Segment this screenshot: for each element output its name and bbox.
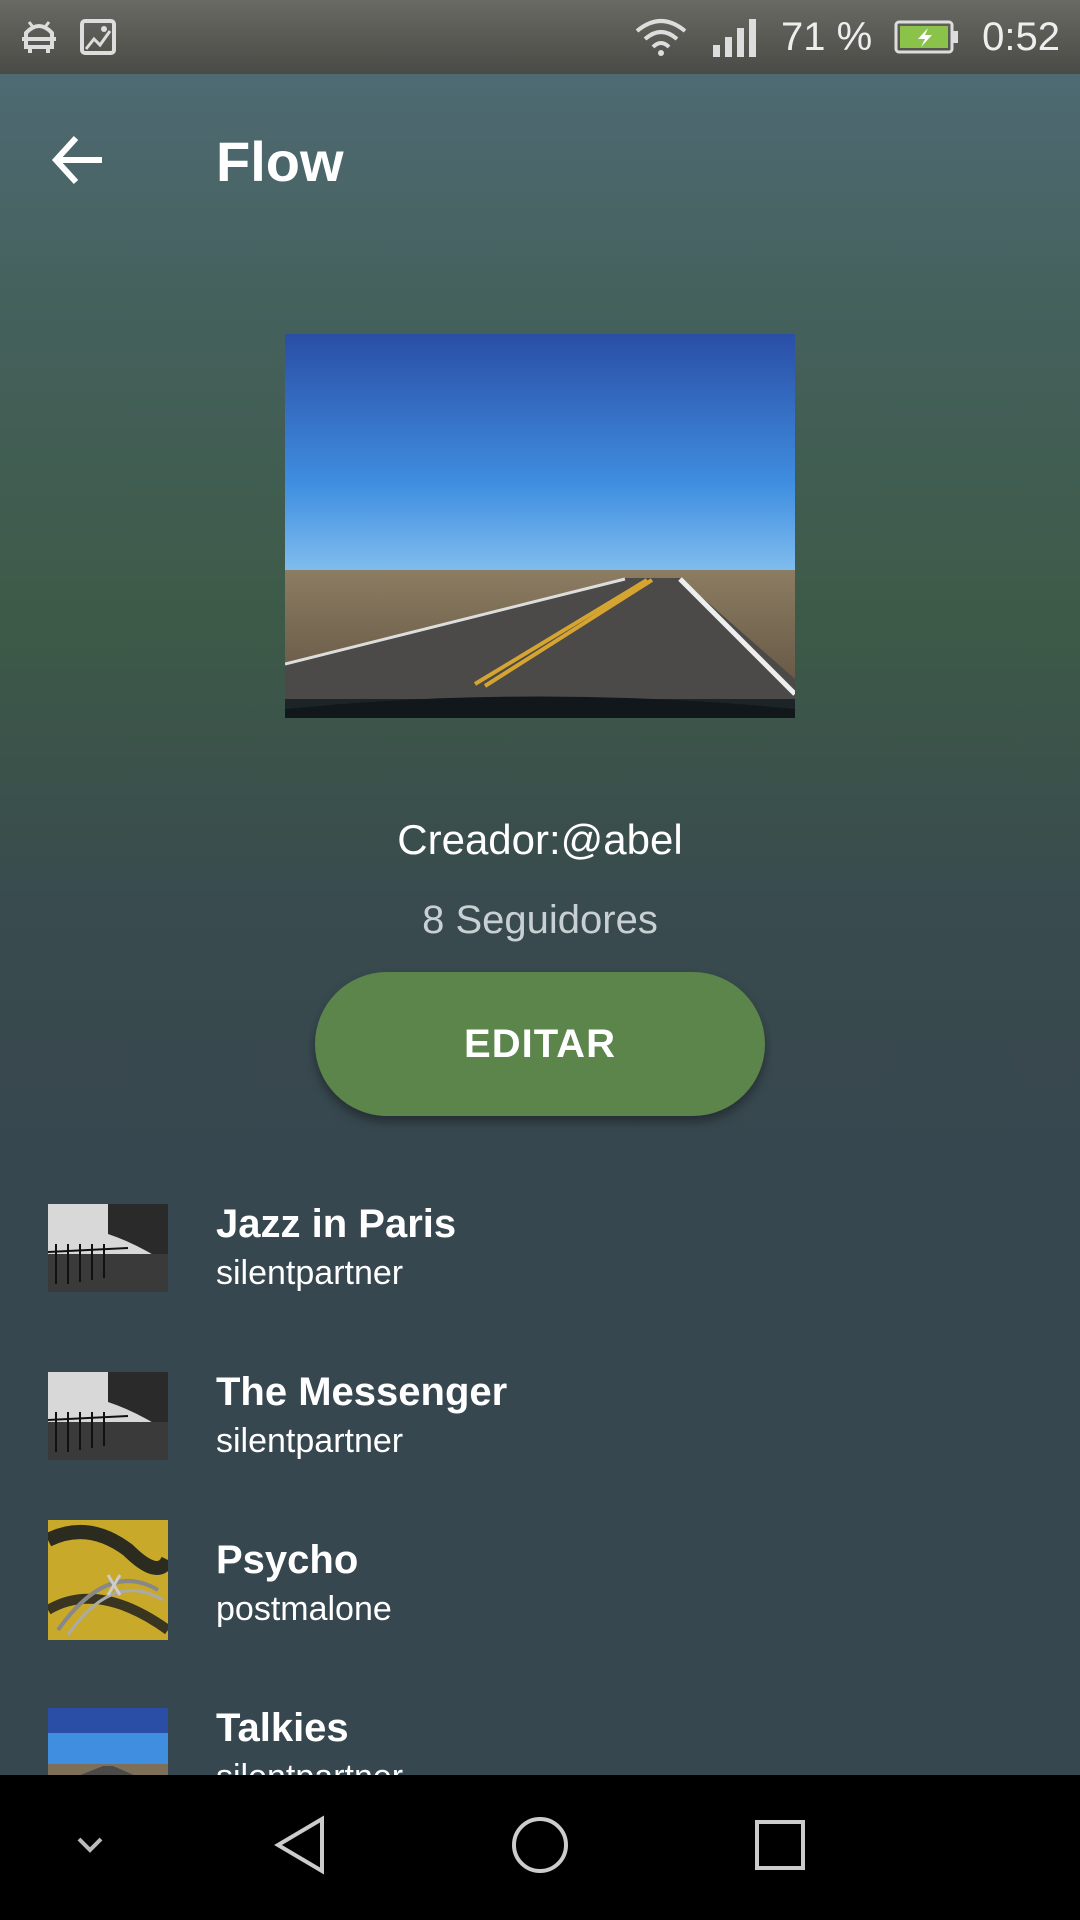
clock: 0:52 — [982, 14, 1060, 59]
hide-keyboard-button[interactable] — [60, 1775, 120, 1920]
status-bar: 71 % 0:52 — [0, 0, 1080, 74]
image-icon — [80, 19, 116, 55]
playlist-creator: Creador:@abel — [397, 816, 683, 863]
list-item[interactable]: Psycho postmalone — [0, 1516, 1080, 1676]
followers-count: 8 Seguidores — [422, 898, 658, 942]
recents-square-icon — [754, 1819, 806, 1876]
app-bar: Flow — [0, 74, 1080, 244]
track-thumbnail — [48, 1204, 168, 1292]
list-item[interactable]: Talkies silentpartner — [0, 1684, 1080, 1775]
track-artist: silentpartner — [216, 1422, 404, 1460]
track-thumbnail — [48, 1372, 168, 1460]
android-debug-icon — [20, 19, 58, 55]
track-title: Psycho — [216, 1538, 359, 1582]
back-button[interactable] — [48, 130, 120, 190]
list-item[interactable]: The Messenger silentpartner — [0, 1348, 1080, 1508]
track-artist: silentpartner — [216, 1254, 404, 1292]
nav-back-button[interactable] — [260, 1775, 340, 1920]
list-item[interactable]: Jazz in Paris silentpartner — [0, 1180, 1080, 1340]
back-triangle-icon — [272, 1815, 328, 1880]
signal-icon — [711, 17, 759, 57]
track-thumbnail — [48, 1520, 168, 1640]
track-thumbnail — [48, 1708, 168, 1775]
chevron-down-icon — [75, 1835, 105, 1860]
track-title: Jazz in Paris — [216, 1202, 457, 1246]
playlist-cover-image — [285, 334, 795, 718]
nav-recents-button[interactable] — [740, 1775, 820, 1920]
battery-charging-icon — [894, 20, 960, 54]
track-artist: silentpartner — [216, 1756, 403, 1775]
page-title: Flow — [216, 130, 344, 193]
track-artist: postmalone — [216, 1590, 392, 1628]
arrow-back-icon — [48, 135, 108, 194]
edit-button[interactable]: EDITAR — [315, 972, 765, 1116]
navigation-bar — [0, 1775, 1080, 1920]
nav-home-button[interactable] — [500, 1775, 580, 1920]
home-circle-icon — [510, 1815, 570, 1880]
track-list: Jazz in Paris silentpartner The Messenge… — [0, 1180, 1080, 1775]
track-title: Talkies — [216, 1706, 349, 1750]
wifi-icon — [633, 17, 689, 57]
battery-percent: 71 % — [780, 14, 873, 59]
track-title: The Messenger — [216, 1370, 508, 1414]
